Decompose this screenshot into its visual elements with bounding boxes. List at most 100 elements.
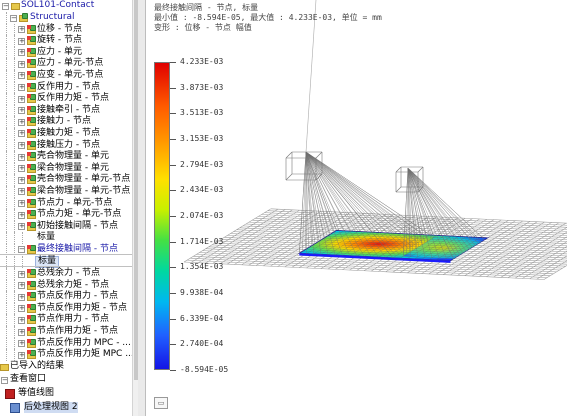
view-options-button[interactable]: ▭ — [154, 397, 168, 409]
expand-plus-icon[interactable]: + — [18, 305, 25, 313]
tree-item-row[interactable]: + 接触压力 - 节点 — [0, 139, 132, 152]
expand-plus-icon[interactable]: + — [18, 328, 25, 336]
tree-item-label[interactable]: 接触力 - 节点 — [37, 116, 91, 128]
tree-contour-plot-row[interactable]: 等值线图 — [0, 388, 132, 400]
collapse-minus-icon[interactable]: − — [18, 246, 25, 254]
expand-plus-icon[interactable]: + — [18, 282, 25, 290]
tree-item-row[interactable]: + 应变 - 单元-节点 — [0, 69, 132, 82]
tree-item-label[interactable]: 位移 - 节点 — [37, 24, 82, 36]
expand-plus-icon[interactable]: + — [18, 95, 25, 103]
expand-plus-icon[interactable]: + — [18, 60, 25, 68]
expand-plus-icon[interactable]: + — [18, 270, 25, 278]
tree-item-label[interactable]: 接触力矩 - 节点 — [37, 128, 100, 140]
tree-item-row[interactable]: + 应力 - 单元 — [0, 46, 132, 59]
tree-root-label[interactable]: SOL101-Contact — [21, 0, 94, 12]
collapse-minus-icon[interactable]: − — [2, 2, 9, 10]
panel-splitter[interactable] — [138, 0, 146, 416]
tree-item-row[interactable]: + 接触力 - 节点 — [0, 116, 132, 128]
expand-plus-icon[interactable]: + — [18, 107, 25, 115]
tree-item-row[interactable]: + 旋转 - 节点 — [0, 35, 132, 47]
tree-item-row[interactable]: + 接触牵引 - 节点 — [0, 104, 132, 117]
collapse-minus-icon[interactable]: − — [10, 14, 17, 22]
tree-item-label[interactable]: 接触牵引 - 节点 — [37, 105, 100, 117]
tree-root-row[interactable]: − SOL101-Contact — [0, 0, 132, 12]
expand-plus-icon[interactable]: + — [18, 130, 25, 138]
expand-plus-icon[interactable]: + — [18, 26, 25, 34]
tree-item-label[interactable]: 总残余力 - 节点 — [37, 268, 100, 280]
expand-plus-icon[interactable]: + — [18, 223, 25, 231]
tree-item-label[interactable]: 壳合物理量 - 单元-节点 — [37, 174, 130, 186]
tree-item-row[interactable]: + 梁合物理量 - 单元-节点 — [0, 185, 132, 198]
tree-item-label[interactable]: 节点作用力矩 - 节点 — [37, 326, 118, 338]
expand-plus-icon[interactable]: + — [18, 37, 25, 45]
tree-item-row[interactable]: + 初始接触间隔 - 节点 — [0, 220, 132, 233]
tree-item-label[interactable]: 初始接触间隔 - 节点 — [37, 221, 118, 233]
tree-structural-label[interactable]: Structural — [30, 12, 75, 24]
expand-plus-icon[interactable]: + — [18, 176, 25, 184]
tree-item-row[interactable]: + 节点作用力矩 - 节点 — [0, 326, 132, 338]
expand-plus-icon[interactable]: + — [18, 351, 25, 359]
expand-plus-icon[interactable]: + — [18, 188, 25, 196]
tree-item-row[interactable]: + 节点反作用力 MPC - ... — [0, 337, 132, 350]
tree-item-row[interactable]: + 反作用力矩 - 节点 — [0, 93, 132, 105]
tree-item-row[interactable]: + 反作用力 - 节点 — [0, 81, 132, 94]
collapse-minus-icon[interactable]: − — [1, 377, 8, 385]
tree-item-row[interactable]: + 节点力矩 - 单元-节点 — [0, 209, 132, 221]
tree-item-row[interactable]: + 节点力 - 单元-节点 — [0, 197, 132, 210]
tree-imported-results-row[interactable]: 已导入的结果 — [0, 361, 132, 373]
tree-item-label[interactable]: 节点反作用力 MPC - ... — [37, 338, 131, 350]
expand-plus-icon[interactable]: + — [18, 316, 25, 324]
tree-item-label[interactable]: 反作用力 - 节点 — [37, 82, 100, 94]
tree-item-row[interactable]: + 节点作用力 - 节点 — [0, 314, 132, 327]
tree-item-label[interactable]: 节点力矩 - 单元-节点 — [37, 209, 121, 221]
tree-viewer-window-label[interactable]: 查看窗口 — [10, 374, 46, 386]
tree-item-row[interactable]: + 节点反作用力 - 节点 — [0, 291, 132, 303]
tree-item-label[interactable]: 应力 - 单元 — [37, 47, 82, 59]
tree-item-label[interactable]: 应力 - 单元-节点 — [37, 58, 103, 70]
expand-plus-icon[interactable]: + — [18, 118, 25, 126]
expand-plus-icon[interactable]: + — [18, 293, 25, 301]
tree-item-label[interactable]: 节点反作用力矩 MPC ... — [37, 349, 132, 361]
expand-plus-icon[interactable]: + — [18, 142, 25, 150]
tree-post-view-label[interactable]: 后处理视图 2 — [24, 401, 78, 414]
tree-item-label[interactable]: 节点力 - 单元-节点 — [37, 198, 112, 210]
tree-item-label[interactable]: 接触压力 - 节点 — [37, 140, 100, 152]
tree-item-row[interactable]: + 梁合物理量 - 单元 — [0, 162, 132, 175]
expand-plus-icon[interactable]: + — [18, 200, 25, 207]
tree-item-row[interactable]: + 应力 - 单元-节点 — [0, 58, 132, 70]
tree-item-label[interactable]: 梁合物理量 - 单元-节点 — [37, 186, 130, 198]
expand-plus-icon[interactable]: + — [18, 211, 25, 219]
tree-item-row[interactable]: + 总残余力矩 - 节点 — [0, 279, 132, 292]
graphics-viewport[interactable]: 最终接触间隔 - 节点, 标量 最小值 : -8.594E-05, 最大值 : … — [146, 0, 567, 416]
tree-item-initial-gap-child[interactable]: 标量 — [0, 232, 132, 244]
tree-item-label[interactable]: 节点作用力 - 节点 — [37, 314, 109, 326]
tree-item-row[interactable]: + 壳合物理量 - 单元 — [0, 151, 132, 163]
tree-item-label[interactable]: 标量 — [37, 232, 55, 244]
tree-item-row[interactable]: + 壳合物理量 - 单元-节点 — [0, 174, 132, 186]
expand-plus-icon[interactable]: + — [18, 49, 25, 57]
tree-item-label[interactable]: 壳合物理量 - 单元 — [37, 151, 109, 163]
tree-viewer-window-row[interactable]: − 查看窗口 — [0, 374, 132, 386]
tree-item-row[interactable]: + 节点反作用力矩 - 节点 — [0, 302, 132, 315]
expand-plus-icon[interactable]: + — [18, 72, 25, 80]
tree-post-view-row[interactable]: 后处理视图 2 — [0, 401, 132, 414]
tree-item-label[interactable]: 节点反作用力矩 - 节点 — [37, 303, 127, 315]
tree-item-row[interactable]: + 位移 - 节点 — [0, 23, 132, 36]
expand-plus-icon[interactable]: + — [18, 340, 25, 348]
tree-item-label[interactable]: 梁合物理量 - 单元 — [37, 163, 109, 175]
tree-item-row[interactable]: + 总残余力 - 节点 — [0, 268, 132, 280]
tree-item-row[interactable]: + 接触力矩 - 节点 — [0, 127, 132, 140]
tree-item-label[interactable]: 旋转 - 节点 — [37, 35, 82, 47]
tree-item-label[interactable]: 应变 - 单元-节点 — [37, 70, 103, 82]
tree-contour-plot-label[interactable]: 等值线图 — [18, 388, 54, 400]
tree-item-label[interactable]: 反作用力矩 - 节点 — [37, 93, 109, 105]
expand-plus-icon[interactable]: + — [18, 84, 25, 92]
tree-item-label[interactable]: 总残余力矩 - 节点 — [37, 280, 109, 292]
tree-structural-row[interactable]: − Structural — [0, 12, 132, 24]
wire-spike — [299, 151, 307, 254]
tree-item-row[interactable]: + 节点反作用力矩 MPC ... — [0, 349, 132, 361]
tree-imported-results-label[interactable]: 已导入的结果 — [10, 361, 64, 373]
expand-plus-icon[interactable]: + — [18, 165, 25, 173]
expand-plus-icon[interactable]: + — [18, 153, 25, 161]
tree-item-label[interactable]: 节点反作用力 - 节点 — [37, 291, 118, 303]
